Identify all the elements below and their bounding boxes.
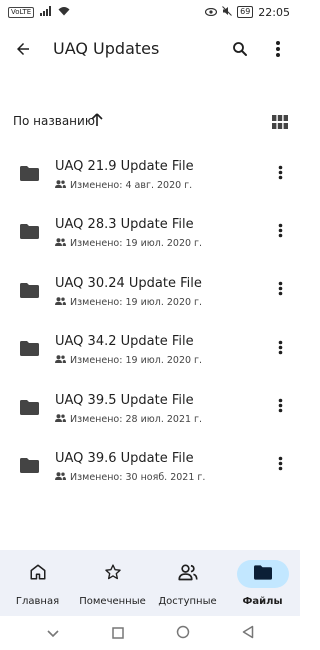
- item-more-button[interactable]: [268, 454, 292, 478]
- file-name: UAQ 39.5 Update File: [55, 392, 194, 408]
- nav-starred[interactable]: Помеченные: [75, 550, 150, 616]
- more-vert-icon: [275, 40, 281, 62]
- more-vert-icon: [278, 456, 283, 475]
- file-meta: Изменено: 28 июл. 2021 г.: [55, 414, 202, 425]
- sort-bar: По названию: [0, 108, 300, 136]
- bottom-navigation: Главная Помеченные Доступные Файлы: [0, 550, 300, 616]
- nav-starred-label: Помеченные: [79, 596, 146, 607]
- shared-people-icon: [55, 180, 66, 191]
- item-more-button[interactable]: [268, 279, 292, 303]
- shared-people-icon: [55, 413, 66, 425]
- recent-apps-icon[interactable]: [112, 624, 124, 643]
- file-name: UAQ 28.3 Update File: [55, 217, 194, 233]
- home-icon: [29, 563, 47, 585]
- more-vert-icon: [278, 223, 283, 242]
- wifi-icon: [58, 6, 70, 19]
- folder-icon: [20, 224, 39, 243]
- nav-shared-pill: [162, 560, 214, 588]
- list-item[interactable]: UAQ 39.5 Update File Изменено: 28 июл. 2…: [0, 380, 300, 438]
- item-more-button[interactable]: [268, 337, 292, 361]
- battery-indicator: 69: [237, 6, 254, 18]
- grid-view-icon: [272, 114, 288, 133]
- item-more-button[interactable]: [268, 396, 292, 420]
- modified-date: Изменено: 30 нояб. 2021 г.: [70, 471, 206, 483]
- shared-people-icon: [55, 296, 66, 308]
- nav-files[interactable]: Файлы: [225, 550, 300, 616]
- mute-icon: [222, 5, 232, 19]
- folder-icon: [20, 399, 39, 419]
- modified-date: Изменено: 28 июл. 2021 г.: [70, 413, 203, 425]
- chevron-down-icon[interactable]: [46, 624, 60, 643]
- file-list: UAQ 21.9 Update File Изменено: 4 авг. 20…: [0, 146, 300, 496]
- file-meta: Изменено: 4 авг. 2020 г.: [55, 180, 192, 191]
- file-name: UAQ 21.9 Update File: [55, 159, 194, 174]
- file-name: UAQ 39.6 Update File: [55, 450, 194, 466]
- status-right: 69 22:05: [205, 6, 290, 19]
- arrow-back-icon: [14, 40, 32, 62]
- folder-icon: [20, 166, 39, 185]
- file-meta: Изменено: 19 июл. 2020 г.: [55, 297, 202, 308]
- list-item[interactable]: UAQ 21.9 Update File Изменено: 4 авг. 20…: [0, 146, 300, 204]
- list-item[interactable]: UAQ 28.3 Update File Изменено: 19 июл. 2…: [0, 204, 300, 262]
- file-name: UAQ 30.24 Update File: [55, 275, 202, 291]
- nav-home-pill: [12, 560, 64, 588]
- modified-date: Изменено: 19 июл. 2020 г.: [70, 296, 203, 308]
- signal-icon: [40, 5, 52, 19]
- shared-people-icon: [55, 238, 66, 249]
- back-triangle-icon[interactable]: [242, 624, 254, 643]
- folder-icon: [20, 457, 39, 477]
- status-left: VoLTE: [8, 5, 70, 19]
- more-vert-icon: [278, 340, 283, 359]
- folder-icon: [20, 282, 39, 302]
- status-bar: VoLTE 69 22:05: [0, 0, 300, 24]
- nav-shared-label: Доступные: [158, 596, 217, 607]
- clock: 22:05: [258, 5, 290, 19]
- item-more-button[interactable]: [268, 220, 292, 244]
- nav-home[interactable]: Главная: [0, 550, 75, 616]
- file-meta: Изменено: 19 июл. 2020 г.: [55, 355, 202, 366]
- file-name: UAQ 34.2 Update File: [55, 334, 194, 350]
- shared-people-icon: [55, 355, 66, 366]
- more-options-button[interactable]: [258, 31, 298, 71]
- home-circle-icon[interactable]: [176, 624, 190, 643]
- folder-icon: [253, 564, 272, 584]
- grid-view-button[interactable]: [268, 112, 292, 134]
- sort-by-name-button[interactable]: По названию: [13, 114, 95, 128]
- arrow-up-icon[interactable]: [91, 112, 103, 131]
- star-icon: [104, 563, 122, 585]
- nav-starred-pill: [87, 560, 139, 588]
- modified-date: Изменено: 4 авг. 2020 г.: [70, 180, 193, 191]
- search-button[interactable]: [220, 31, 260, 71]
- system-navigation-bar: [0, 616, 300, 650]
- list-item[interactable]: UAQ 30.24 Update File Изменено: 19 июл. …: [0, 263, 300, 321]
- list-item[interactable]: UAQ 39.6 Update File Изменено: 30 нояб. …: [0, 438, 300, 496]
- nav-files-label: Файлы: [242, 596, 283, 607]
- nav-files-pill: [236, 560, 289, 588]
- modified-date: Изменено: 19 июл. 2020 г.: [70, 355, 203, 367]
- search-icon: [231, 40, 249, 62]
- page-title: UAQ Updates: [53, 39, 160, 58]
- more-vert-icon: [278, 281, 283, 300]
- people-icon: [177, 563, 198, 585]
- nav-shared[interactable]: Доступные: [150, 550, 225, 616]
- file-meta: Изменено: 30 нояб. 2021 г.: [55, 472, 205, 483]
- more-vert-icon: [278, 165, 283, 184]
- item-more-button[interactable]: [268, 162, 292, 186]
- back-button[interactable]: [3, 31, 43, 71]
- file-meta: Изменено: 19 июл. 2020 г.: [55, 238, 202, 249]
- app-bar: UAQ Updates: [0, 24, 300, 78]
- list-item[interactable]: UAQ 34.2 Update File Изменено: 19 июл. 2…: [0, 321, 300, 379]
- volte-indicator: VoLTE: [8, 6, 35, 18]
- more-vert-icon: [278, 398, 283, 417]
- nav-home-label: Главная: [15, 596, 60, 607]
- modified-date: Изменено: 19 июл. 2020 г.: [70, 238, 203, 250]
- shared-people-icon: [55, 472, 66, 483]
- folder-icon: [20, 341, 39, 360]
- eye-icon: [205, 6, 218, 19]
